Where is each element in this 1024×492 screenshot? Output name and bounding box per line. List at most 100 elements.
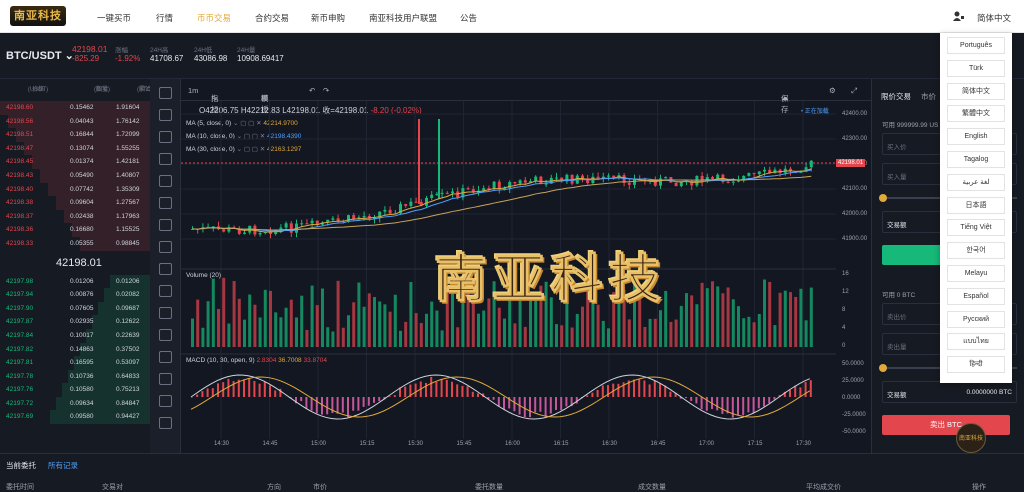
ask-row[interactable]: 42198.510.168441.72099 — [0, 128, 150, 142]
row-price: 42197.76 — [6, 383, 33, 397]
fib-icon[interactable] — [159, 131, 172, 143]
sell-volume-field[interactable]: 交易额0.0000000 BTC — [882, 381, 1017, 403]
ask-row[interactable]: 42198.600.154621.91604 — [0, 101, 150, 115]
ask-row[interactable]: 42198.450.013741.42181 — [0, 155, 150, 169]
language-option[interactable]: हिन्दी — [947, 356, 1005, 373]
pencil-icon[interactable] — [159, 351, 172, 363]
candle — [493, 182, 496, 189]
bid-row[interactable]: 42197.940.008760.02082 — [0, 288, 150, 302]
tab-market[interactable]: 市价 — [921, 91, 936, 102]
volume-bar — [207, 301, 210, 347]
bid-row[interactable]: 42197.810.165950.53097 — [0, 356, 150, 370]
magnet-icon[interactable] — [159, 307, 172, 319]
bid-row[interactable]: 42197.780.107360.64833 — [0, 370, 150, 384]
volume-bar — [524, 327, 527, 347]
layers-icon[interactable] — [159, 417, 172, 429]
bid-row[interactable]: 42197.720.096340.84847 — [0, 397, 150, 411]
eye-icon[interactable] — [159, 373, 172, 385]
ask-row[interactable]: 42198.380.096041.27567 — [0, 196, 150, 210]
volume-tick: 12 — [842, 289, 849, 295]
bid-row[interactable]: 42197.820.148630.37502 — [0, 343, 150, 357]
tab-all-records[interactable]: 所有记录 — [48, 460, 78, 471]
language-selector[interactable]: 简体中文 — [977, 12, 1011, 24]
volume-bar — [259, 317, 262, 347]
bid-row[interactable]: 42197.690.095800.94427 — [0, 410, 150, 424]
crosshair-icon[interactable] — [159, 87, 172, 99]
bid-row[interactable]: 42197.980.012060.01206 — [0, 275, 150, 289]
ask-row[interactable]: 42198.330.053550.98845 — [0, 237, 150, 251]
language-option[interactable]: Русский — [947, 311, 1005, 328]
sell-button[interactable]: 卖出 BTC — [882, 415, 1010, 435]
row-amount: 0.16680 — [70, 223, 94, 237]
language-option[interactable]: 한국어 — [947, 242, 1005, 259]
measure-icon[interactable] — [159, 219, 172, 231]
zoom-icon[interactable] — [159, 285, 172, 297]
row-total: 0.98845 — [116, 237, 140, 251]
volume-bar — [747, 317, 750, 347]
price-tick: 42100.00 — [842, 186, 867, 192]
language-option[interactable]: Türk — [947, 60, 1005, 77]
pattern-icon[interactable] — [159, 197, 172, 209]
row-total: 1.55255 — [116, 142, 140, 156]
language-option[interactable]: Tiếng Việt — [947, 219, 1005, 236]
language-option[interactable]: English — [947, 128, 1005, 145]
tab-limit[interactable]: 限价交易 — [881, 91, 911, 102]
user-icon[interactable] — [953, 11, 964, 21]
macd-histogram-bar — [534, 397, 536, 412]
bid-row[interactable]: 42197.870.029350.12622 — [0, 315, 150, 329]
row-total: 1.40807 — [116, 169, 140, 183]
ruler-icon[interactable] — [159, 263, 172, 275]
language-option[interactable]: Melayu — [947, 265, 1005, 282]
macd-histogram-bar — [591, 393, 593, 397]
brush-icon[interactable] — [159, 153, 172, 165]
nav-item-market[interactable]: 行情 — [156, 12, 173, 24]
candle — [701, 176, 704, 181]
ask-row[interactable]: 42198.560.040431.76142 — [0, 115, 150, 129]
language-option[interactable]: แบบไทย — [947, 333, 1005, 350]
language-option[interactable]: لغة عربية — [947, 174, 1005, 191]
row-total: 1.91604 — [116, 101, 140, 115]
nav-item-spot[interactable]: 币币交易 — [197, 12, 231, 24]
candle — [737, 181, 740, 182]
slider-handle[interactable] — [879, 364, 887, 372]
macd-histogram-bar — [732, 397, 734, 418]
candle — [331, 218, 334, 219]
macd-histogram-bar — [201, 391, 203, 397]
nav-item-contract[interactable]: 合约交易 — [255, 12, 289, 24]
ask-row[interactable]: 42198.470.130741.55255 — [0, 142, 150, 156]
row-price: 42197.94 — [6, 288, 33, 302]
macd-histogram-bar — [326, 397, 328, 414]
trash-icon[interactable] — [159, 395, 172, 407]
language-option[interactable]: 简体中文 — [947, 83, 1005, 100]
candle — [446, 193, 449, 194]
bid-row[interactable]: 42197.900.076050.09687 — [0, 302, 150, 316]
bid-row[interactable]: 42197.840.100170.22639 — [0, 329, 150, 343]
nav-item-ipo[interactable]: 新币申购 — [311, 12, 345, 24]
ask-row[interactable]: 42198.370.024381.17963 — [0, 210, 150, 224]
arrow-icon[interactable] — [159, 241, 172, 253]
nav-item-notice[interactable]: 公告 — [460, 12, 477, 24]
col-action: 操作 — [972, 482, 986, 492]
pair-selector[interactable]: BTC/USDT ⌄ — [6, 49, 74, 62]
nav-item-quick-buy[interactable]: 一键买币 — [97, 12, 131, 24]
volume-bar — [399, 331, 402, 347]
ask-row[interactable]: 42198.400.077421.35309 — [0, 183, 150, 197]
ask-row[interactable]: 42198.430.054901.40807 — [0, 169, 150, 183]
lock-icon[interactable] — [159, 329, 172, 341]
text-icon[interactable] — [159, 175, 172, 187]
language-option[interactable]: Español — [947, 288, 1005, 305]
ask-row[interactable]: 42198.360.166801.15525 — [0, 223, 150, 237]
language-option[interactable]: 日本語 — [947, 197, 1005, 214]
language-option[interactable]: Português — [947, 37, 1005, 54]
volume-label: Volume (20) — [186, 272, 221, 279]
floating-badge[interactable]: 南亚科技 — [956, 423, 986, 453]
tab-open-orders[interactable]: 当前委托 — [6, 460, 36, 471]
language-option[interactable]: 繁體中文 — [947, 105, 1005, 122]
language-option[interactable]: Tagalog — [947, 151, 1005, 168]
trendline-icon[interactable] — [159, 109, 172, 121]
bid-row[interactable]: 42197.760.105800.75213 — [0, 383, 150, 397]
slider-handle[interactable] — [879, 194, 887, 202]
logo[interactable]: 南亚科技 — [10, 6, 66, 26]
row-total: 0.37502 — [116, 343, 140, 357]
nav-item-alliance[interactable]: 南亚科技用户联盟 — [369, 12, 437, 24]
